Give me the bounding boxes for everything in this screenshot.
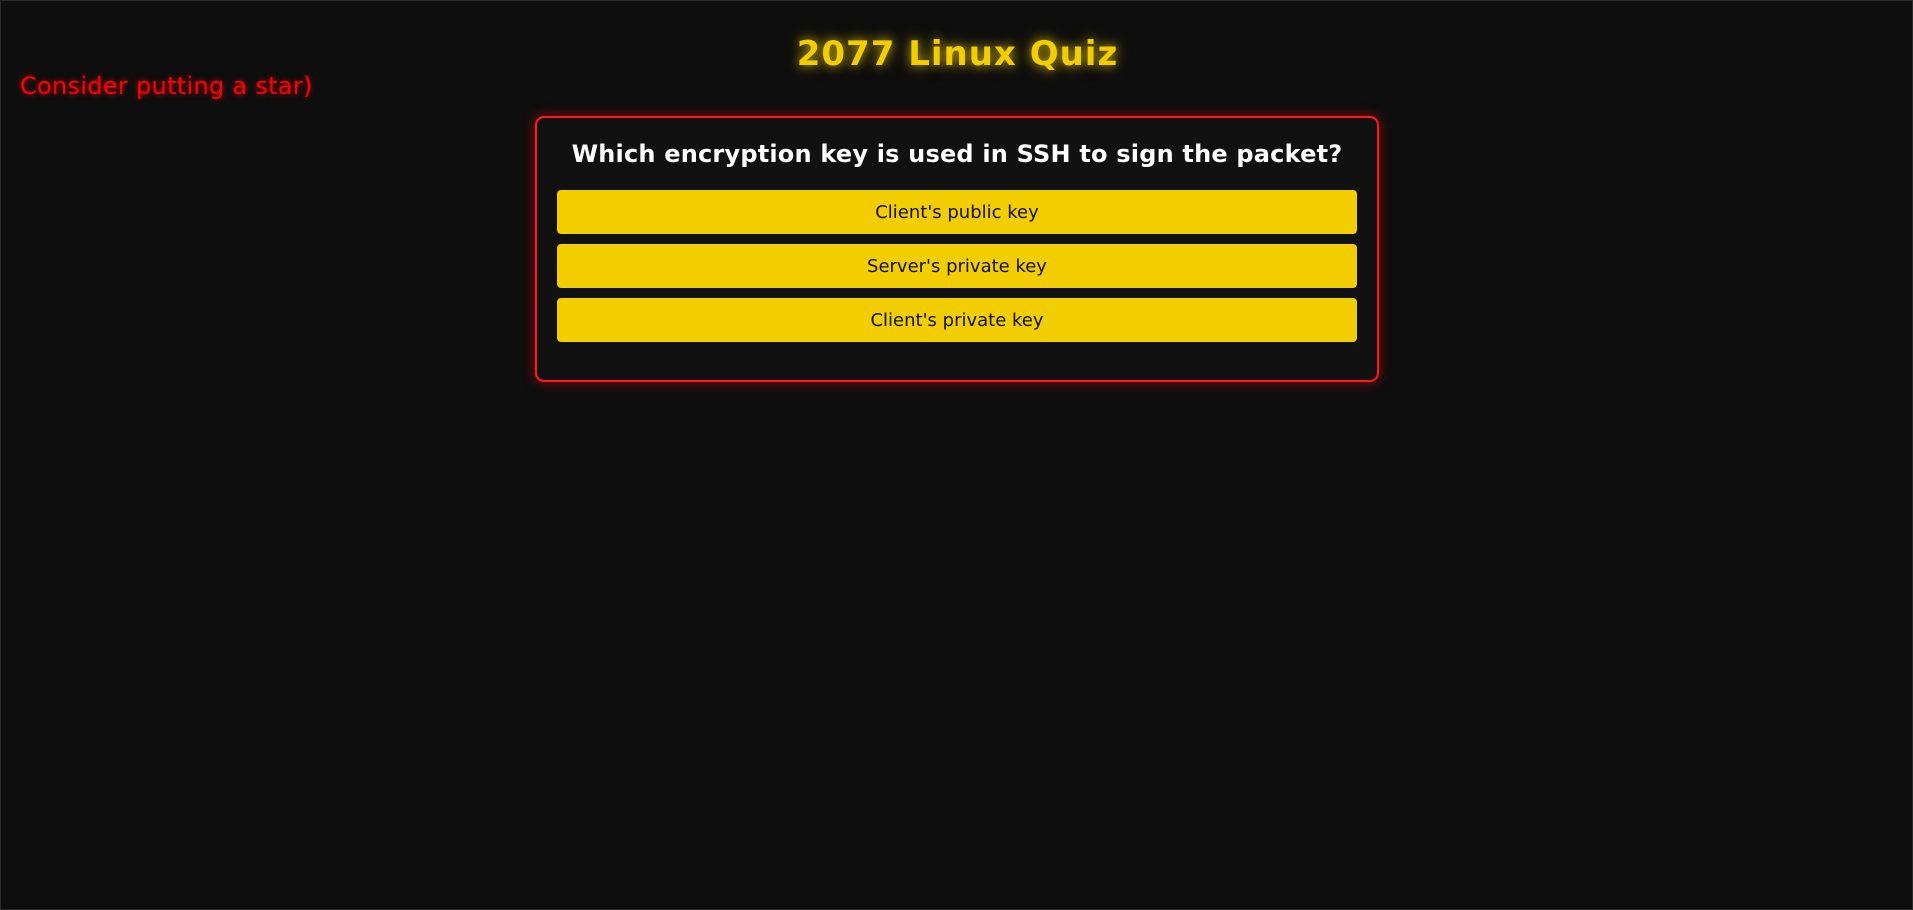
quiz-card: Which encryption key is used in SSH to s… — [535, 116, 1379, 382]
star-reminder-text: Consider putting a star) — [20, 72, 313, 100]
answer-button-servers-private-key[interactable]: Server's private key — [557, 244, 1357, 288]
page-title: 2077 Linux Quiz — [796, 34, 1119, 74]
answer-button-clients-public-key[interactable]: Client's public key — [557, 190, 1357, 234]
answer-list: Client's public key Server's private key… — [557, 190, 1357, 342]
answer-button-clients-private-key[interactable]: Client's private key — [557, 298, 1357, 342]
question-text: Which encryption key is used in SSH to s… — [571, 140, 1343, 168]
